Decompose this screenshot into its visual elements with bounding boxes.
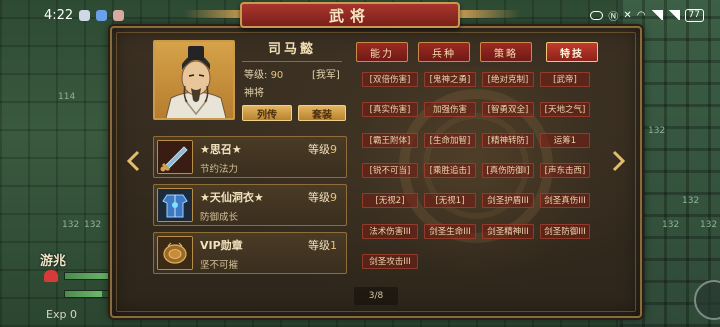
tab-strategy[interactable]: 策略 (480, 42, 532, 62)
outfit-button[interactable]: 套装 (298, 105, 346, 121)
map-tile-number: 132 (62, 220, 80, 230)
skill-item[interactable]: [锐不可当] (362, 163, 418, 178)
skill-item[interactable]: 剑圣护盾III (482, 193, 534, 208)
previous-general-arrow-icon[interactable] (126, 150, 140, 172)
biography-button[interactable]: 列传 (242, 105, 292, 121)
page-indicator: 3/8 (354, 287, 398, 305)
equipment-level: 等级1 (308, 239, 337, 252)
armor-icon (157, 188, 193, 222)
skill-item[interactable]: [武帝] (540, 72, 590, 87)
battery-indicator: 77 (684, 8, 704, 22)
equipment-name: ★天仙洞衣★ (200, 191, 264, 204)
map-tile-number: 132 (84, 220, 102, 230)
wifi-icon: ◠ (636, 9, 646, 21)
tab-ability[interactable]: 能力 (356, 42, 408, 62)
skill-item[interactable]: [无视1] (424, 193, 476, 208)
tab-special-skills[interactable]: 特技 (546, 42, 598, 62)
equipment-name: VIP勋章 (200, 239, 243, 252)
skill-item[interactable]: [双倍伤害] (362, 72, 418, 87)
tab-troop-type[interactable]: 兵种 (418, 42, 470, 62)
signal-icon (650, 10, 663, 20)
app-notification-icon (113, 9, 125, 21)
skill-item[interactable]: [声东击西] (540, 163, 590, 178)
skill-item[interactable]: 运筹1 (540, 133, 590, 148)
skill-item[interactable]: 法术伤害III (362, 224, 418, 239)
sword-icon (157, 140, 193, 174)
map-tile-number: 132 (662, 220, 680, 230)
map-tile-number: 132 (682, 196, 700, 206)
hero-rank: 神将 (244, 88, 264, 99)
skill-item[interactable]: [绝对克制] (482, 72, 534, 87)
skill-item[interactable]: [智勇双全] (482, 102, 534, 117)
skill-item[interactable]: [精神转防] (482, 133, 534, 148)
skill-item[interactable]: [乘胜追击] (424, 163, 476, 178)
unit-name: 游兆 (40, 254, 67, 269)
exp-readout: Exp 0 (46, 308, 77, 321)
signal-icon (667, 10, 680, 20)
clock: 4:22 (44, 7, 74, 23)
hero-portrait (153, 40, 235, 120)
skill-item[interactable]: 剑圣精神III (482, 224, 534, 239)
skill-item[interactable]: [天地之气] (540, 102, 590, 117)
app-notification-icon (96, 9, 108, 21)
skill-item[interactable]: 剑圣真伤III (540, 193, 590, 208)
notification-icon (79, 9, 91, 21)
heart-icon (44, 270, 58, 282)
equipment-name: ★思召★ (200, 143, 242, 156)
skill-item[interactable]: 加强伤害 (424, 102, 476, 117)
skill-item[interactable]: [霸王附体] (362, 133, 418, 148)
map-tile-number: 132 (648, 126, 666, 136)
medal-icon (157, 236, 193, 270)
skill-item[interactable]: 剑圣防御III (540, 224, 590, 239)
hero-level: 等级: 90 (244, 70, 284, 81)
equipment-slot-armor[interactable]: ★天仙洞衣★ 等级9 防御成长 (153, 184, 347, 226)
skill-item[interactable]: [生命加智] (424, 133, 476, 148)
skill-item[interactable]: [鬼神之勇] (424, 72, 476, 87)
map-tile-number: 132 (700, 220, 718, 230)
nfc-icon: Ⓝ (608, 11, 619, 23)
mute-icon: ✕ (623, 9, 632, 21)
equipment-level: 等级9 (308, 191, 337, 204)
equipment-effect: 坚不可摧 (200, 260, 239, 271)
skill-item[interactable]: 剑圣生命III (424, 224, 476, 239)
next-general-arrow-icon[interactable] (612, 150, 626, 172)
skill-item[interactable]: [真实伤害] (362, 102, 418, 117)
equipment-slot-weapon[interactable]: ★思召★ 等级9 节约法力 (153, 136, 347, 178)
skill-item[interactable]: [无视2] (362, 193, 418, 208)
eye-icon (590, 10, 604, 20)
skill-item[interactable]: [真伤防御Ⅰ] (482, 163, 534, 178)
skill-item[interactable]: 剑圣攻击III (362, 254, 418, 269)
equipment-level: 等级9 (308, 143, 337, 156)
map-tile-number: 114 (58, 92, 76, 102)
hero-name: 司马懿 (242, 40, 342, 62)
equipment-effect: 防御成长 (200, 212, 239, 223)
equipment-effect: 节约法力 (200, 164, 239, 175)
unit-hud: 游兆 51 31 Exp 0 (38, 248, 147, 327)
system-status-bar: 4:22 Ⓝ ✕ ◠ 77 (0, 0, 720, 30)
equipment-slot-medal[interactable]: VIP勋章 等级1 坚不可摧 (153, 232, 347, 274)
hero-faction: [我军] (312, 70, 340, 81)
